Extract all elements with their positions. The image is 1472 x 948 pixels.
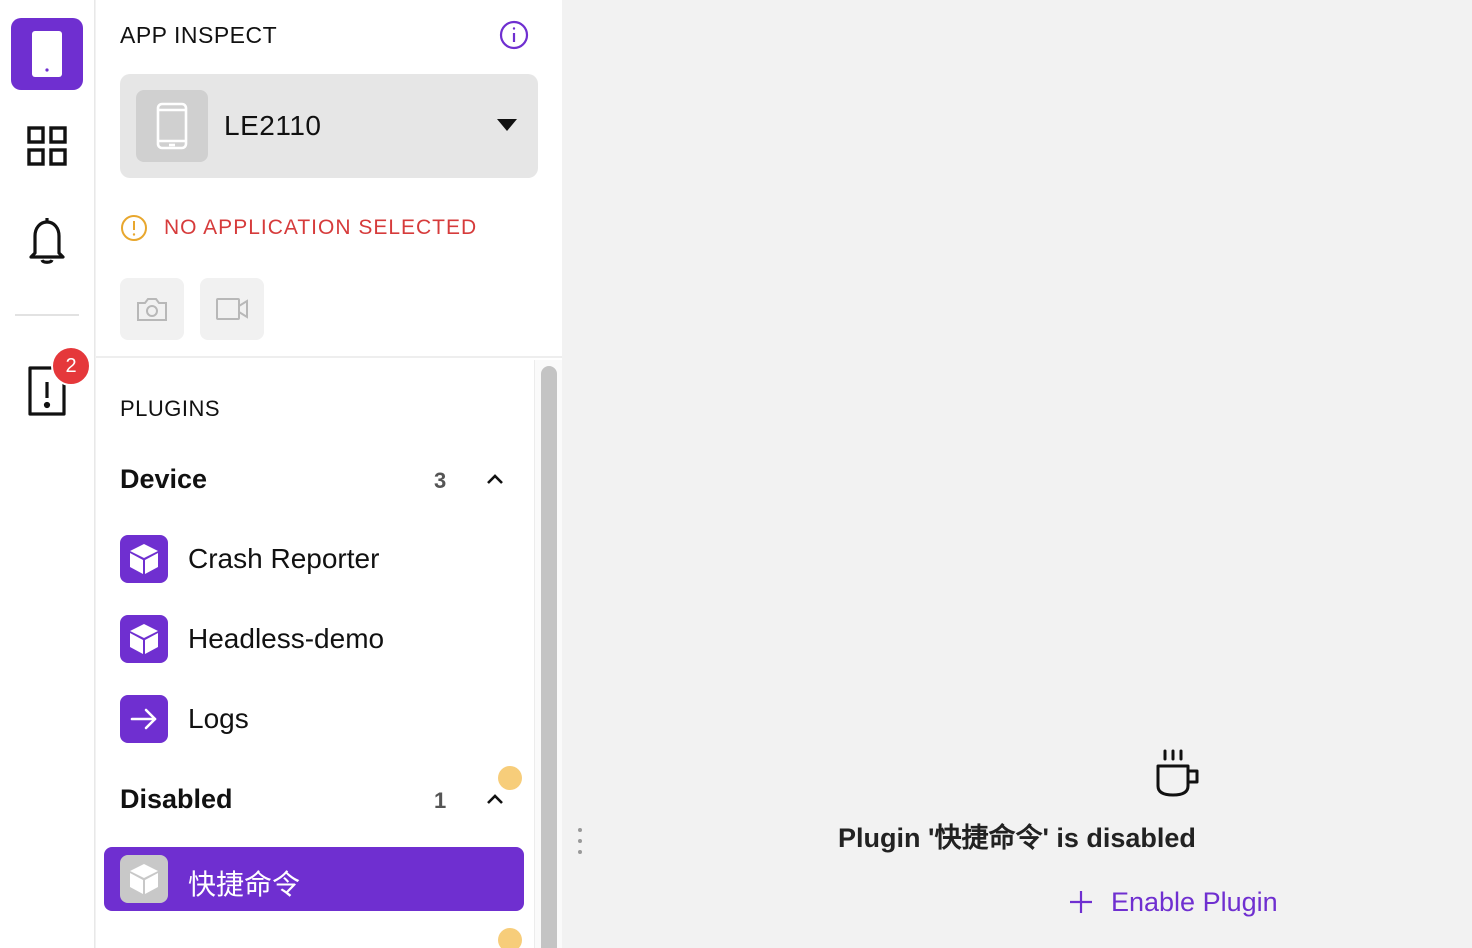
section-title: Device: [120, 464, 208, 494]
bell-icon: [29, 218, 65, 264]
left-rail: 2: [0, 0, 95, 948]
phone-outline-icon: [156, 102, 188, 150]
section-disabled-header[interactable]: Disabled 1: [120, 780, 510, 820]
caret-down-icon: [497, 119, 517, 131]
grid-icon: [27, 126, 67, 166]
enable-plugin-label: Enable Plugin: [1111, 886, 1278, 917]
scrollbar-thumb[interactable]: [541, 366, 557, 948]
notifications-button[interactable]: [23, 212, 71, 268]
plugins-heading: PLUGINS: [120, 396, 221, 421]
coffee-icon: [1156, 749, 1199, 797]
camera-icon: [137, 298, 167, 321]
plugins-scrollbar[interactable]: [534, 360, 562, 948]
plugin-item-headless-demo[interactable]: Headless-demo: [104, 607, 524, 671]
disabled-message: Plugin '快捷命令' is disabled: [838, 823, 1196, 853]
device-view-button[interactable]: [11, 18, 83, 90]
apps-grid-button[interactable]: [23, 122, 71, 170]
alerts-badge: 2: [51, 346, 91, 386]
rail-divider: [15, 314, 79, 316]
plugin-label: Headless-demo: [188, 623, 385, 654]
chevron-up-icon[interactable]: [484, 788, 506, 810]
section-device-header[interactable]: Device 3: [120, 460, 510, 500]
warning-icon: [121, 215, 147, 241]
video-icon: [216, 298, 248, 320]
main-panel: Plugin '快捷命令' is disabled Enable Plugin: [563, 0, 1472, 948]
phone-icon: [32, 31, 62, 77]
section-count: 1: [434, 788, 447, 813]
cube-icon: [120, 535, 168, 583]
section-title: Disabled: [120, 784, 233, 814]
panel-title: APP INSPECT: [120, 22, 278, 48]
record-video-button[interactable]: [200, 278, 264, 340]
cube-icon: [120, 855, 168, 903]
no-application-warning: NO APPLICATION SELECTED: [164, 216, 478, 239]
plugin-label: 快捷命令: [188, 869, 301, 900]
status-dot: [498, 766, 522, 790]
enable-plugin-button[interactable]: Enable Plugin: [1067, 880, 1291, 924]
chevron-up-icon[interactable]: [484, 468, 506, 490]
device-select[interactable]: LE2110: [120, 74, 538, 178]
arrow-right-icon: [120, 695, 168, 743]
plugin-label: Logs: [188, 703, 249, 734]
plugins-panel: PLUGINS Device 3 Crash Reporter Headless…: [96, 360, 562, 948]
plugin-item-logs[interactable]: Logs: [104, 687, 524, 751]
device-name: LE2110: [224, 110, 322, 141]
plugin-item-shortcut-commands[interactable]: 快捷命令: [104, 847, 524, 911]
device-thumbnail: [136, 90, 208, 162]
cube-icon: [120, 615, 168, 663]
status-dot: [498, 928, 522, 948]
info-icon[interactable]: [498, 19, 530, 51]
sidebar: APP INSPECT LE2110 NO APPLICATION SELECT…: [96, 0, 562, 948]
section-count: 3: [434, 468, 447, 493]
plus-icon: [1070, 891, 1092, 913]
plugin-item-crash-reporter[interactable]: Crash Reporter: [104, 527, 524, 591]
sidebar-header: APP INSPECT LE2110 NO APPLICATION SELECT…: [96, 0, 562, 358]
screenshot-button[interactable]: [120, 278, 184, 340]
plugin-label: Crash Reporter: [188, 543, 380, 574]
